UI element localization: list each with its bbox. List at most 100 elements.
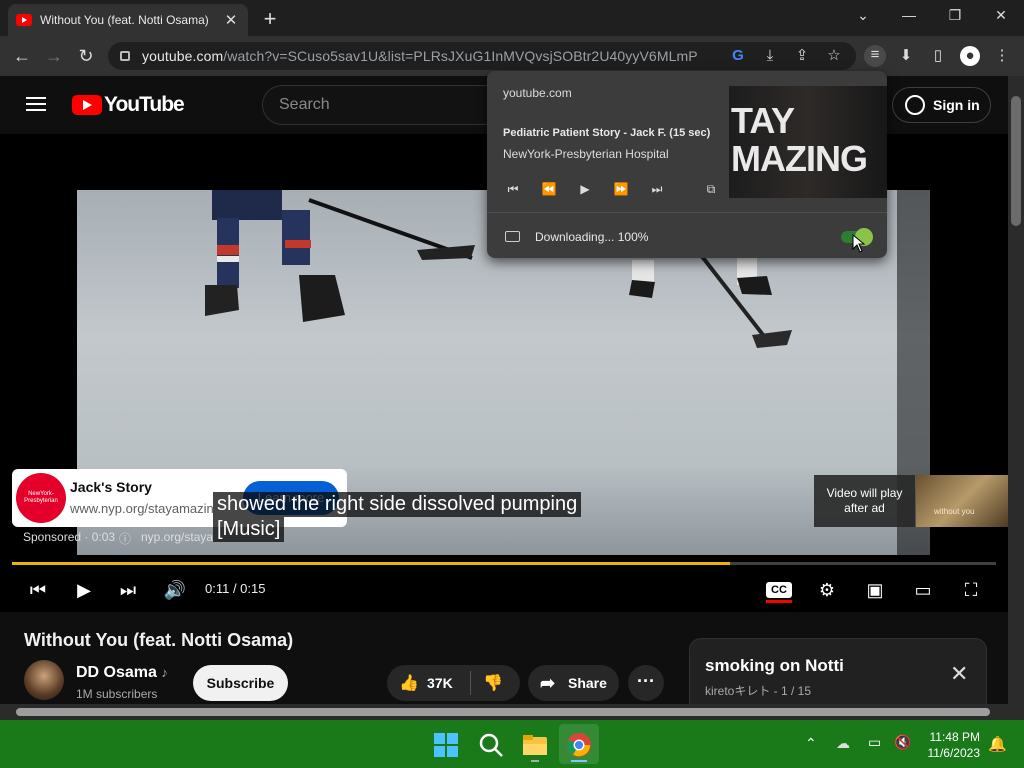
reload-icon[interactable]: ↻ <box>74 44 98 68</box>
play-icon[interactable]: ▶ <box>72 578 96 602</box>
mouse-cursor-icon <box>852 234 866 253</box>
side-panel-icon[interactable]: ▯ <box>928 46 948 66</box>
install-app-icon[interactable]: ⤓ <box>760 46 780 66</box>
popup-divider <box>487 212 887 213</box>
hamburger-menu-icon[interactable] <box>26 97 46 111</box>
playlist-panel[interactable]: smoking on Notti kiretoキレト - 1 / 15 ✕ <box>689 638 987 708</box>
ad-title: Jack's Story <box>70 479 152 495</box>
notification-bell-icon[interactable]: 🔔 <box>988 735 1007 753</box>
progress-fill <box>12 562 731 565</box>
channel-name[interactable]: DD Osama ♪ <box>76 664 168 682</box>
browser-tab[interactable]: Without You (feat. Notti Osama) ✕ <box>8 4 248 36</box>
media-fast-forward-icon[interactable]: ⏩ <box>611 182 631 198</box>
horizontal-scrollbar[interactable] <box>0 704 1008 720</box>
taskbar-clock[interactable]: 11:48 PM 11/6/2023 <box>926 729 981 761</box>
media-title: Pediatric Patient Story - Jack F. (15 se… <box>503 127 711 139</box>
scrollbar-corner <box>1008 704 1024 720</box>
close-window-button[interactable]: ✕ <box>978 4 1024 28</box>
onedrive-icon[interactable]: ☁ <box>836 735 850 752</box>
media-control-icon[interactable]: ≡ <box>864 45 886 67</box>
search-input[interactable]: Search <box>262 85 502 125</box>
back-icon[interactable]: ← <box>10 44 34 68</box>
more-actions-icon[interactable]: ··· <box>628 665 664 701</box>
tab-search-icon[interactable]: ⌄ <box>840 4 886 28</box>
playlist-title: smoking on Notti <box>705 656 844 675</box>
captions-active-indicator <box>766 600 792 603</box>
dislike-icon[interactable]: 👎 <box>483 673 503 693</box>
clock-date: 11/6/2023 <box>927 746 981 760</box>
playlist-close-icon[interactable]: ✕ <box>950 661 968 687</box>
share-arrow-icon: ➦ <box>540 673 556 693</box>
sign-in-label: Sign in <box>933 97 980 113</box>
profile-icon[interactable]: ● <box>960 46 980 66</box>
fullscreen-icon[interactable]: ⛶ <box>958 578 984 602</box>
ad-url: www.nyp.org/stayamazin <box>70 501 214 516</box>
download-icon[interactable]: ⬇ <box>896 46 916 66</box>
share-label: Share <box>568 675 607 691</box>
settings-gear-icon[interactable]: ⚙ <box>814 578 840 602</box>
tab-title: Without You (feat. Notti Osama) <box>40 13 209 27</box>
playlist-subtitle: kiretoキレト - 1 / 15 <box>705 684 812 698</box>
chrome-icon[interactable] <box>566 732 592 758</box>
file-explorer-icon[interactable] <box>522 732 548 758</box>
like-count[interactable]: 37K <box>427 675 453 691</box>
restore-button[interactable]: ❐ <box>932 4 978 28</box>
next-video-thumbnail[interactable]: without you <box>916 475 1008 527</box>
share-button[interactable]: ➦ Share <box>528 665 619 701</box>
vertical-scroll-thumb[interactable] <box>1011 96 1021 226</box>
sign-in-button[interactable]: Sign in <box>892 87 991 123</box>
like-divider <box>470 671 471 695</box>
clock-time: 11:48 PM <box>929 730 980 744</box>
lock-icon <box>120 51 130 61</box>
explorer-running-indicator <box>531 760 539 762</box>
picture-in-picture-icon[interactable]: ⧉ <box>701 182 721 198</box>
sponsored-url[interactable]: nyp.org/staya <box>141 530 213 544</box>
youtube-wordmark[interactable]: YouTube <box>104 93 185 117</box>
new-tab-button[interactable]: + <box>258 6 282 32</box>
artwork-text: TAY MAZING <box>731 100 868 179</box>
captions-icon[interactable]: CC <box>766 582 792 598</box>
next-icon[interactable]: ⏭ <box>116 578 140 602</box>
bookmark-star-icon[interactable]: ☆ <box>824 46 844 66</box>
youtube-logo-icon[interactable] <box>72 95 102 115</box>
account-icon <box>905 95 925 115</box>
network-icon[interactable]: ▭ <box>868 734 881 751</box>
minimize-button[interactable]: — <box>886 4 932 28</box>
vertical-scrollbar[interactable] <box>1008 76 1024 704</box>
media-host: youtube.com <box>503 86 572 100</box>
media-controls-popup: youtube.com Pediatric Patient Story - Ja… <box>487 71 887 258</box>
previous-icon[interactable]: ⏮ <box>26 578 50 602</box>
caption-line-2: [Music] <box>213 517 285 542</box>
media-next-track-icon[interactable]: ⏭ <box>647 182 667 198</box>
url-text: youtube.com/watch?v=SCuso5sav1U&list=PLR… <box>142 48 698 64</box>
tray-chevron-icon[interactable]: ⌃ <box>805 735 817 752</box>
taskbar-search-icon[interactable] <box>478 732 504 758</box>
video-caption: showed the right side dissolved pumping … <box>213 492 613 542</box>
media-play-icon[interactable]: ▶ <box>575 182 595 198</box>
theater-mode-icon[interactable]: ▭ <box>910 578 936 602</box>
download-status: Downloading... 100% <box>535 230 649 244</box>
caption-download-icon <box>505 231 520 242</box>
video-will-play-label: Video will play after ad <box>814 475 915 527</box>
horizontal-scroll-thumb[interactable] <box>16 708 990 716</box>
volume-icon[interactable]: 🔊 <box>163 578 187 602</box>
volume-muted-icon[interactable]: 🔇 <box>894 734 911 751</box>
tab-close-icon[interactable]: ✕ <box>222 11 240 29</box>
chrome-running-indicator <box>571 760 587 762</box>
miniplayer-icon[interactable]: ▣ <box>862 578 888 602</box>
like-dislike-group: 👍 37K 👎 <box>387 665 520 701</box>
subscribe-button[interactable]: Subscribe <box>193 665 288 701</box>
info-icon[interactable]: ⓘ <box>119 530 131 547</box>
media-previous-track-icon[interactable]: ⏮ <box>503 182 523 198</box>
caption-line-1: showed the right side dissolved pumping <box>213 492 582 517</box>
channel-avatar[interactable] <box>24 660 64 700</box>
menu-icon[interactable]: ⋮ <box>992 46 1012 66</box>
google-icon[interactable]: G <box>728 46 748 66</box>
windows-start-icon[interactable] <box>433 732 459 758</box>
progress-bar[interactable] <box>12 562 996 565</box>
like-icon[interactable]: 👍 <box>399 673 419 693</box>
forward-icon[interactable]: → <box>42 44 66 68</box>
media-rewind-icon[interactable]: ⏪ <box>539 182 559 198</box>
nyp-logo-icon: NewYork-Presbyterian <box>16 473 66 523</box>
share-icon[interactable]: ⇪ <box>792 46 812 66</box>
